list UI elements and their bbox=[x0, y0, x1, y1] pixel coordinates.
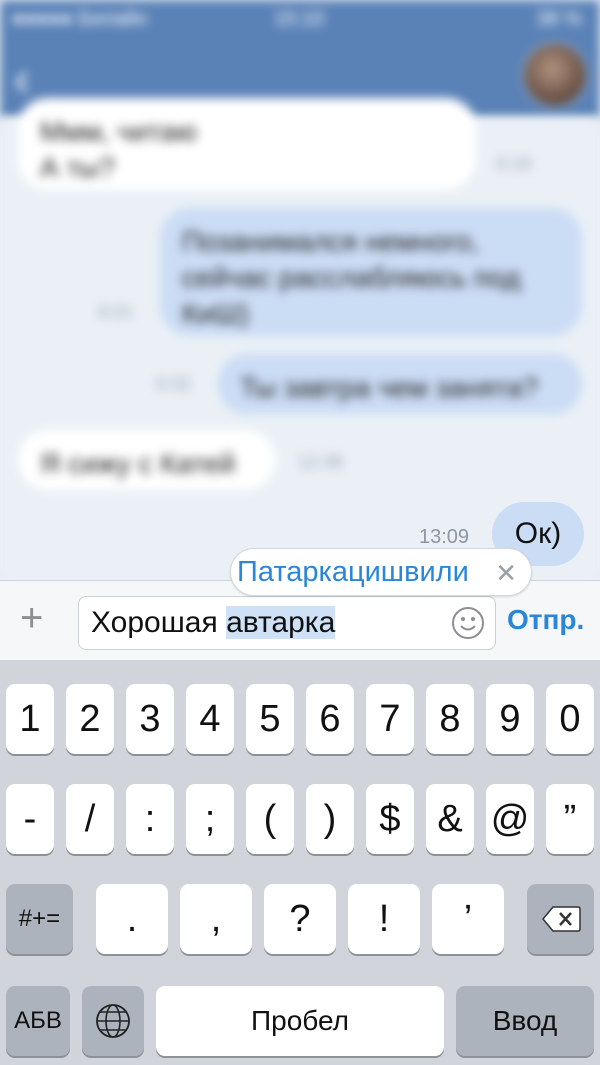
key-comma[interactable]: , bbox=[180, 884, 252, 954]
alphabet-key[interactable]: АБВ bbox=[6, 986, 70, 1056]
space-key[interactable]: Пробел bbox=[156, 986, 444, 1056]
clock: 15:10 bbox=[274, 8, 325, 30]
message-input[interactable]: Хорошая автарка bbox=[78, 596, 496, 650]
key-5[interactable]: 5 bbox=[246, 684, 294, 754]
delete-key[interactable] bbox=[527, 884, 594, 954]
key-colon[interactable]: : bbox=[126, 784, 174, 854]
message-time: 0:19 bbox=[496, 154, 532, 174]
key-dollar[interactable]: $ bbox=[366, 784, 414, 854]
selected-word: автарка bbox=[226, 606, 336, 639]
chat-screen: ●●●●● Билайн 15:10 38 % ‹ Ммм, читаю А т… bbox=[0, 0, 600, 1065]
key-4[interactable]: 4 bbox=[186, 684, 234, 754]
key-0[interactable]: 0 bbox=[546, 684, 594, 754]
battery-label: 38 % bbox=[536, 8, 582, 30]
message-input-text: Хорошая автарка bbox=[91, 606, 336, 640]
message-bubble: Ммм, читаю А ты? bbox=[18, 98, 476, 190]
key-quote[interactable]: ” bbox=[546, 784, 594, 854]
message-time: 0:32 bbox=[156, 374, 192, 394]
key-period[interactable]: . bbox=[96, 884, 168, 954]
key-2[interactable]: 2 bbox=[66, 684, 114, 754]
globe-key[interactable] bbox=[82, 986, 144, 1056]
key-ampersand[interactable]: & bbox=[426, 784, 474, 854]
more-symbols-key[interactable]: #+= bbox=[6, 884, 73, 954]
key-apostrophe[interactable]: ’ bbox=[432, 884, 504, 954]
suggestion-word[interactable]: Патаркацишвили bbox=[237, 556, 469, 589]
key-slash[interactable]: / bbox=[66, 784, 114, 854]
carrier-label: ●●●●● Билайн bbox=[12, 8, 148, 30]
status-bar: ●●●●● Билайн 15:10 38 % bbox=[0, 6, 600, 34]
message-time: 0:21 bbox=[98, 302, 134, 322]
emoji-icon[interactable] bbox=[451, 606, 485, 640]
avatar[interactable] bbox=[522, 42, 588, 108]
key-close-paren[interactable]: ) bbox=[306, 784, 354, 854]
backspace-icon bbox=[541, 906, 581, 932]
key-6[interactable]: 6 bbox=[306, 684, 354, 754]
globe-icon bbox=[96, 1004, 130, 1038]
send-button[interactable]: Отпр. bbox=[507, 604, 584, 636]
key-hyphen[interactable]: - bbox=[6, 784, 54, 854]
autocorrect-suggestion[interactable]: Патаркацишвили ✕ bbox=[230, 548, 532, 596]
message-time: 13:09 bbox=[419, 526, 470, 548]
key-question[interactable]: ? bbox=[264, 884, 336, 954]
message-time: 12:36 bbox=[298, 452, 344, 472]
typed-text: Хорошая bbox=[91, 606, 227, 639]
key-3[interactable]: 3 bbox=[126, 684, 174, 754]
return-key[interactable]: Ввод bbox=[456, 986, 594, 1056]
message-bubble: Позанимался немного, сейчас расслабляюсь… bbox=[160, 208, 582, 336]
key-7[interactable]: 7 bbox=[366, 684, 414, 754]
back-arrow-icon[interactable]: ‹ bbox=[14, 56, 30, 104]
key-8[interactable]: 8 bbox=[426, 684, 474, 754]
keyboard: 1 2 3 4 5 6 7 8 9 0 - / : ; ( ) $ & @ ” … bbox=[0, 660, 600, 1065]
key-1[interactable]: 1 bbox=[6, 684, 54, 754]
key-open-paren[interactable]: ( bbox=[246, 784, 294, 854]
key-9[interactable]: 9 bbox=[486, 684, 534, 754]
key-at[interactable]: @ bbox=[486, 784, 534, 854]
message-bubble: Я сижу с Катей bbox=[18, 430, 276, 490]
attach-plus-icon[interactable]: + bbox=[20, 596, 43, 640]
dismiss-suggestion-icon[interactable]: ✕ bbox=[495, 558, 517, 589]
key-exclamation[interactable]: ! bbox=[348, 884, 420, 954]
key-semicolon[interactable]: ; bbox=[186, 784, 234, 854]
message-bubble: Ты завтра чем занята? bbox=[218, 354, 582, 414]
